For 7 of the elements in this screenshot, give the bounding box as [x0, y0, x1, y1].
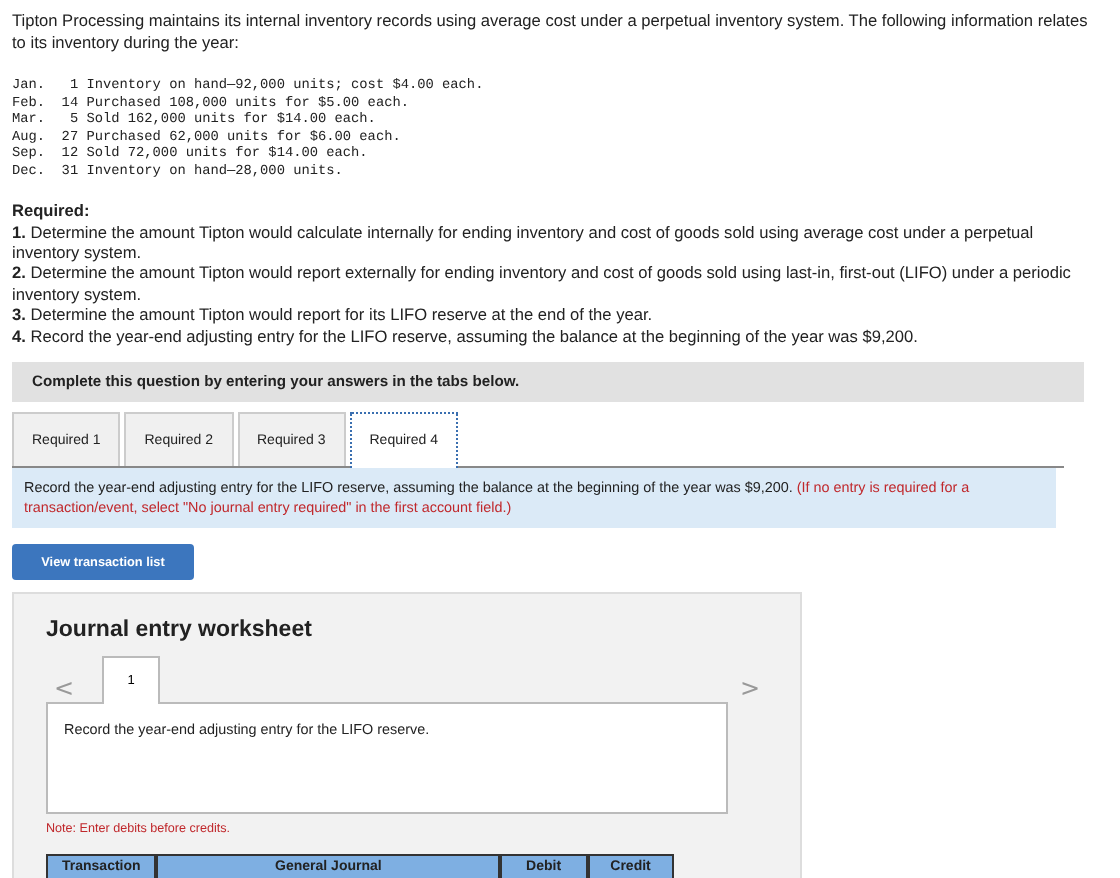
requirement-text: 1. Determine the amount Tipton would calculate internally for ending inventory and cost of goods sold using average cost under a perpetual inventory system.: [12, 221, 1036, 263]
intro-paragraph: Tipton Processing maintains its internal inventory records using average cost under a perpetual inventory system. The following information relates to its inventory during the year:: [12, 10, 1090, 54]
requirement-text: 4. Record the year-end adjusting entry for the LIFO reserve, assuming the balance at the beginning of the year was $9,200.: [12, 325, 920, 346]
requirement-text: 3. Determine the amount Tipton would report for its LIFO reserve at the end of the year.: [12, 304, 655, 326]
required-heading: Required:: [12, 199, 92, 222]
requirement-text: 2. Determine the amount Tipton would report externally for ending inventory and cost of goods sold using last-in, first-out (LIFO) under a periodic inventory system.: [12, 262, 1073, 305]
worksheet-title: Journal entry worksheet: [46, 618, 314, 642]
